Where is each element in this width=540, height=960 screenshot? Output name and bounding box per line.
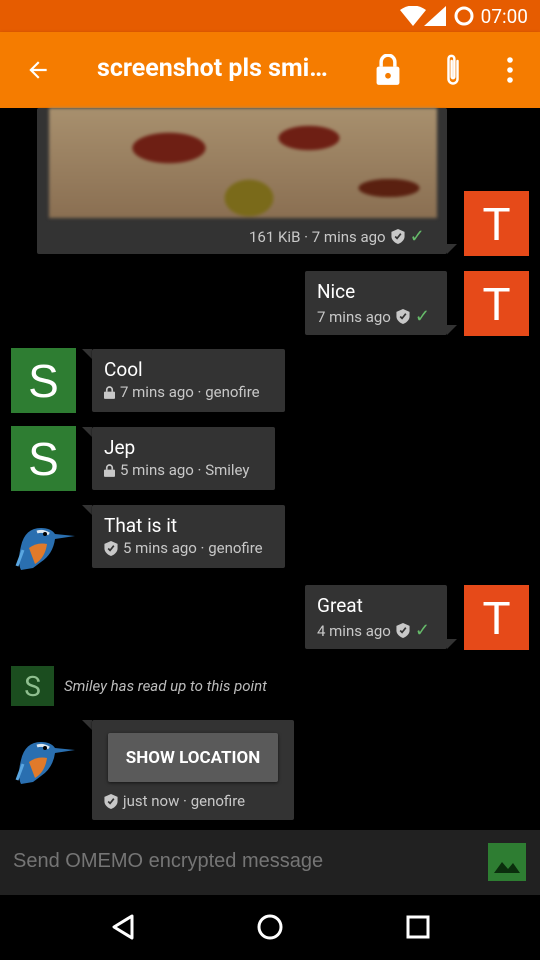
message-bubble[interactable]: Nice 7 mins ago ✓ (305, 271, 447, 335)
verified-shield-icon (104, 540, 118, 556)
bubble-tail (82, 349, 92, 359)
message-meta: 7 mins ago · genofire (104, 383, 260, 401)
avatar[interactable]: T (464, 191, 529, 256)
bubble-tail (82, 720, 92, 730)
message-meta: 4 mins ago ✓ (317, 620, 430, 641)
delivered-check-icon: ✓ (409, 226, 425, 247)
conversation-title[interactable]: screenshot pls smi… (97, 54, 352, 83)
status-time: 07:00 (480, 5, 528, 28)
message-body: Great (317, 594, 363, 617)
bubble-tail (447, 244, 457, 254)
show-location-button[interactable]: SHOW LOCATION (108, 733, 278, 782)
read-marker-avatar: S (11, 666, 54, 706)
bubble-tail (82, 505, 92, 515)
message-meta: 161 KiB · 7 mins ago ✓ (249, 226, 425, 247)
status-bar: 07:00 (0, 0, 540, 32)
avatar[interactable]: S (11, 348, 76, 413)
verified-shield-icon (396, 309, 410, 324)
back-arrow-icon[interactable] (24, 57, 52, 83)
message-bubble[interactable]: Jep 5 mins ago · Smiley (92, 427, 275, 490)
bubble-tail (447, 325, 457, 335)
message-body: That is it (104, 514, 178, 537)
lock-icon (104, 463, 115, 477)
signal-icon (424, 6, 446, 26)
message-body: Cool (104, 358, 143, 381)
image-attachment[interactable] (49, 108, 437, 218)
read-marker-text: Smiley has read up to this point (64, 677, 267, 695)
battery-circle-icon (454, 6, 474, 26)
message-bubble[interactable]: That is it 5 mins ago · genofire (92, 505, 285, 568)
message-body: Nice (317, 280, 356, 303)
lock-icon[interactable] (374, 54, 402, 86)
wifi-icon (400, 6, 426, 26)
delivered-check-icon: ✓ (414, 620, 430, 641)
message-input[interactable] (11, 849, 475, 874)
verified-shield-icon (104, 793, 118, 809)
overflow-menu-icon[interactable] (504, 56, 516, 84)
avatar[interactable]: T (464, 585, 529, 650)
verified-shield-icon (396, 623, 410, 638)
kingfisher-avatar[interactable] (11, 506, 76, 571)
system-navigation-bar (0, 895, 540, 960)
lock-icon (104, 385, 115, 399)
message-meta: 5 mins ago · genofire (104, 539, 263, 557)
bubble-tail (447, 639, 457, 649)
kingfisher-avatar[interactable] (11, 720, 76, 785)
message-body: Jep (104, 436, 136, 459)
bubble-tail (82, 427, 92, 437)
send-image-icon[interactable] (488, 843, 526, 881)
message-meta: just now · genofire (104, 792, 245, 810)
message-meta: 7 mins ago ✓ (317, 306, 430, 327)
back-triangle-icon[interactable] (110, 913, 136, 941)
avatar[interactable]: S (11, 426, 76, 491)
verified-shield-icon (391, 229, 405, 244)
home-circle-icon[interactable] (256, 913, 284, 941)
delivered-check-icon: ✓ (414, 306, 430, 327)
composer-bar (0, 830, 540, 895)
attachment-icon[interactable] (440, 52, 466, 88)
app-bar: screenshot pls smi… (0, 32, 540, 108)
message-meta: 5 mins ago · Smiley (104, 461, 250, 479)
message-bubble[interactable]: Great 4 mins ago ✓ (305, 585, 447, 649)
message-bubble[interactable]: Cool 7 mins ago · genofire (92, 349, 285, 412)
avatar[interactable]: T (464, 271, 529, 336)
recents-square-icon[interactable] (405, 914, 431, 940)
